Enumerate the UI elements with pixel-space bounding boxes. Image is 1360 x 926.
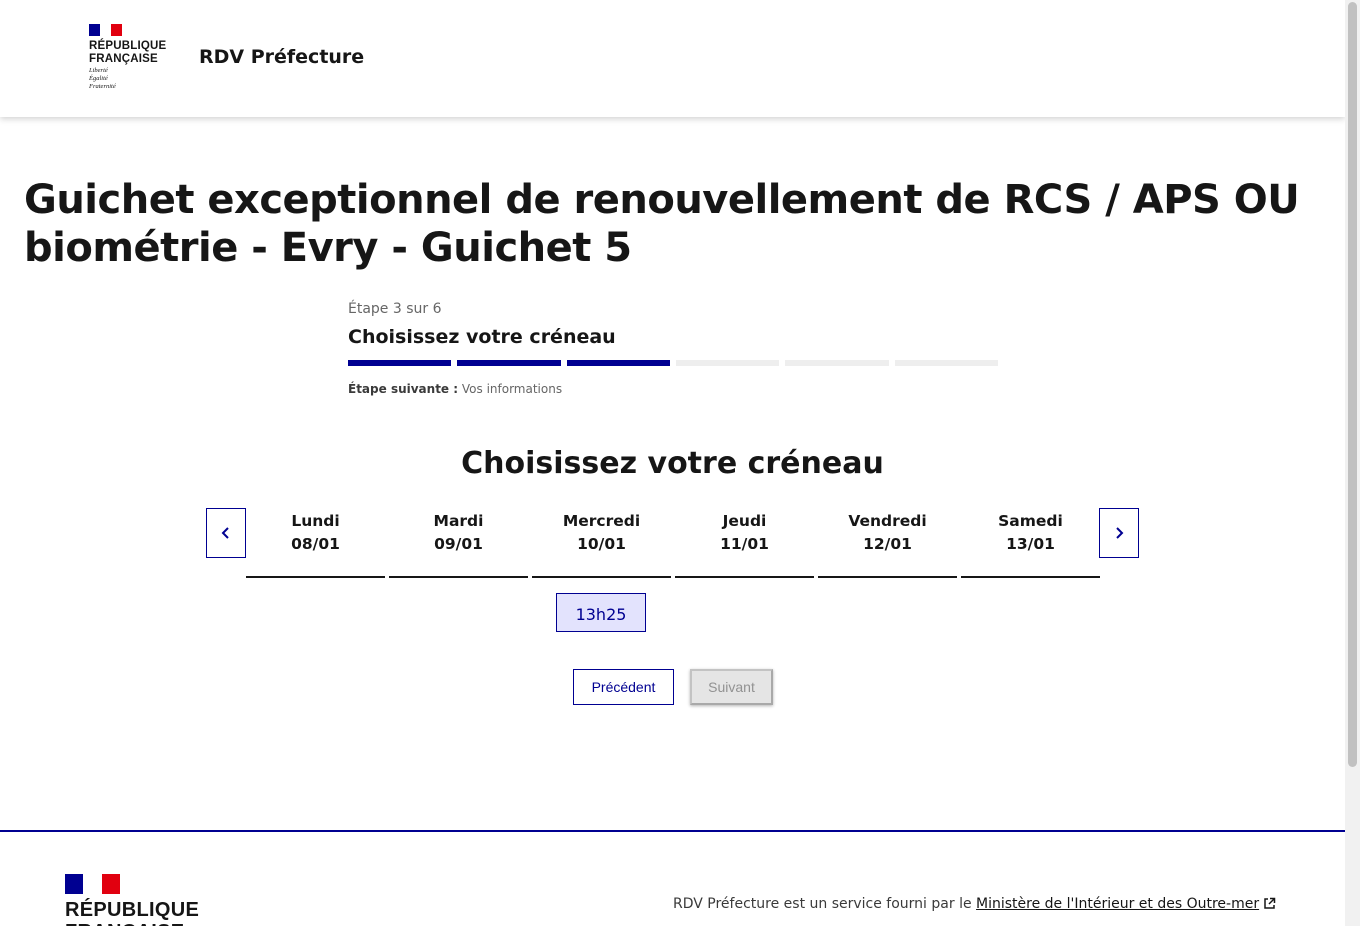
next-week-button[interactable] [1099, 508, 1139, 558]
day-column: Mardi 09/01 [389, 508, 528, 578]
day-column: Samedi 13/01 [961, 508, 1100, 578]
footer-logo[interactable]: RÉPUBLIQUE FRANÇAISE [65, 874, 199, 926]
previous-week-button[interactable] [206, 508, 246, 558]
day-name: Samedi [998, 512, 1063, 530]
step-title: Choisissez votre créneau [348, 326, 616, 348]
logo-text: RÉPUBLIQUE FRANÇAISE [89, 40, 167, 65]
chevron-right-icon [1116, 527, 1124, 539]
logo-devise: Liberté Égalité Fraternité [89, 67, 116, 90]
next-step-button: Suivant [690, 669, 773, 705]
day-date: 08/01 [291, 535, 340, 553]
step-next: Étape suivante : Vos informations [348, 382, 998, 396]
step-bar [785, 360, 889, 366]
day-date: 10/01 [577, 535, 626, 553]
day-name: Lundi [291, 512, 340, 530]
day-column: Vendredi 12/01 [818, 508, 957, 578]
scrollbar-thumb[interactable] [1348, 2, 1357, 767]
step-next-value: Vos informations [461, 382, 563, 396]
day-name: Mercredi [562, 512, 641, 530]
republique-francaise-logo[interactable]: RÉPUBLIQUE FRANÇAISE Liberté Égalité Fra… [89, 24, 179, 91]
chevron-left-icon [221, 527, 229, 539]
day-date: 12/01 [863, 535, 912, 553]
day-column: Lundi 08/01 [246, 508, 385, 578]
day-name: Jeudi [722, 512, 767, 530]
day-column: Jeudi 11/01 [675, 508, 814, 578]
step-state: Étape 3 sur 6 [348, 301, 442, 317]
step-bar [566, 360, 670, 366]
previous-step-button[interactable]: Précédent [573, 669, 674, 705]
site-footer: RÉPUBLIQUE FRANÇAISE RDV Préfecture est … [0, 830, 1345, 926]
footer-description-text: RDV Préfecture est un service fourni par… [673, 896, 977, 912]
stepper: Étape 3 sur 6 Choisissez votre créneau É… [348, 301, 998, 396]
footer-description: RDV Préfecture est un service fourni par… [673, 896, 1276, 912]
days-row: Lundi 08/01 Mardi 09/01 Mercredi 10/01 Jeudi 11… [246, 508, 1100, 578]
french-flag-icon [65, 874, 120, 894]
step-bar [675, 360, 780, 366]
step-bar [894, 360, 998, 366]
ministry-link[interactable]: Ministère de l'Intérieur et des Outre-me… [976, 896, 1276, 912]
step-progress-bars [348, 360, 998, 366]
french-flag-icon [89, 24, 122, 36]
step-bar [457, 360, 561, 366]
page-title: Guichet exceptionnel de renouvellement d… [24, 177, 1300, 271]
day-name: Vendredi [848, 512, 927, 530]
slot-picker-title: Choisissez votre créneau [461, 446, 884, 481]
site-header: RÉPUBLIQUE FRANÇAISE Liberté Égalité Fra… [0, 0, 1345, 117]
footer-logo-text: RÉPUBLIQUE FRANÇAISE [65, 899, 200, 926]
day-column: Mercredi 10/01 [532, 508, 671, 578]
day-name: Mardi [433, 512, 484, 530]
vertical-scrollbar[interactable] [1345, 0, 1360, 926]
service-title[interactable]: RDV Préfecture [199, 46, 364, 68]
step-bar [348, 360, 452, 366]
day-date: 09/01 [434, 535, 483, 553]
day-date: 13/01 [1006, 535, 1055, 553]
ministry-link-text: Ministère de l'Intérieur et des Outre-me… [976, 896, 1260, 912]
step-next-label: Étape suivante : [348, 382, 459, 396]
time-slot-button[interactable]: 13h25 [556, 593, 646, 632]
day-date: 11/01 [720, 535, 769, 553]
external-link-icon [1264, 897, 1276, 909]
